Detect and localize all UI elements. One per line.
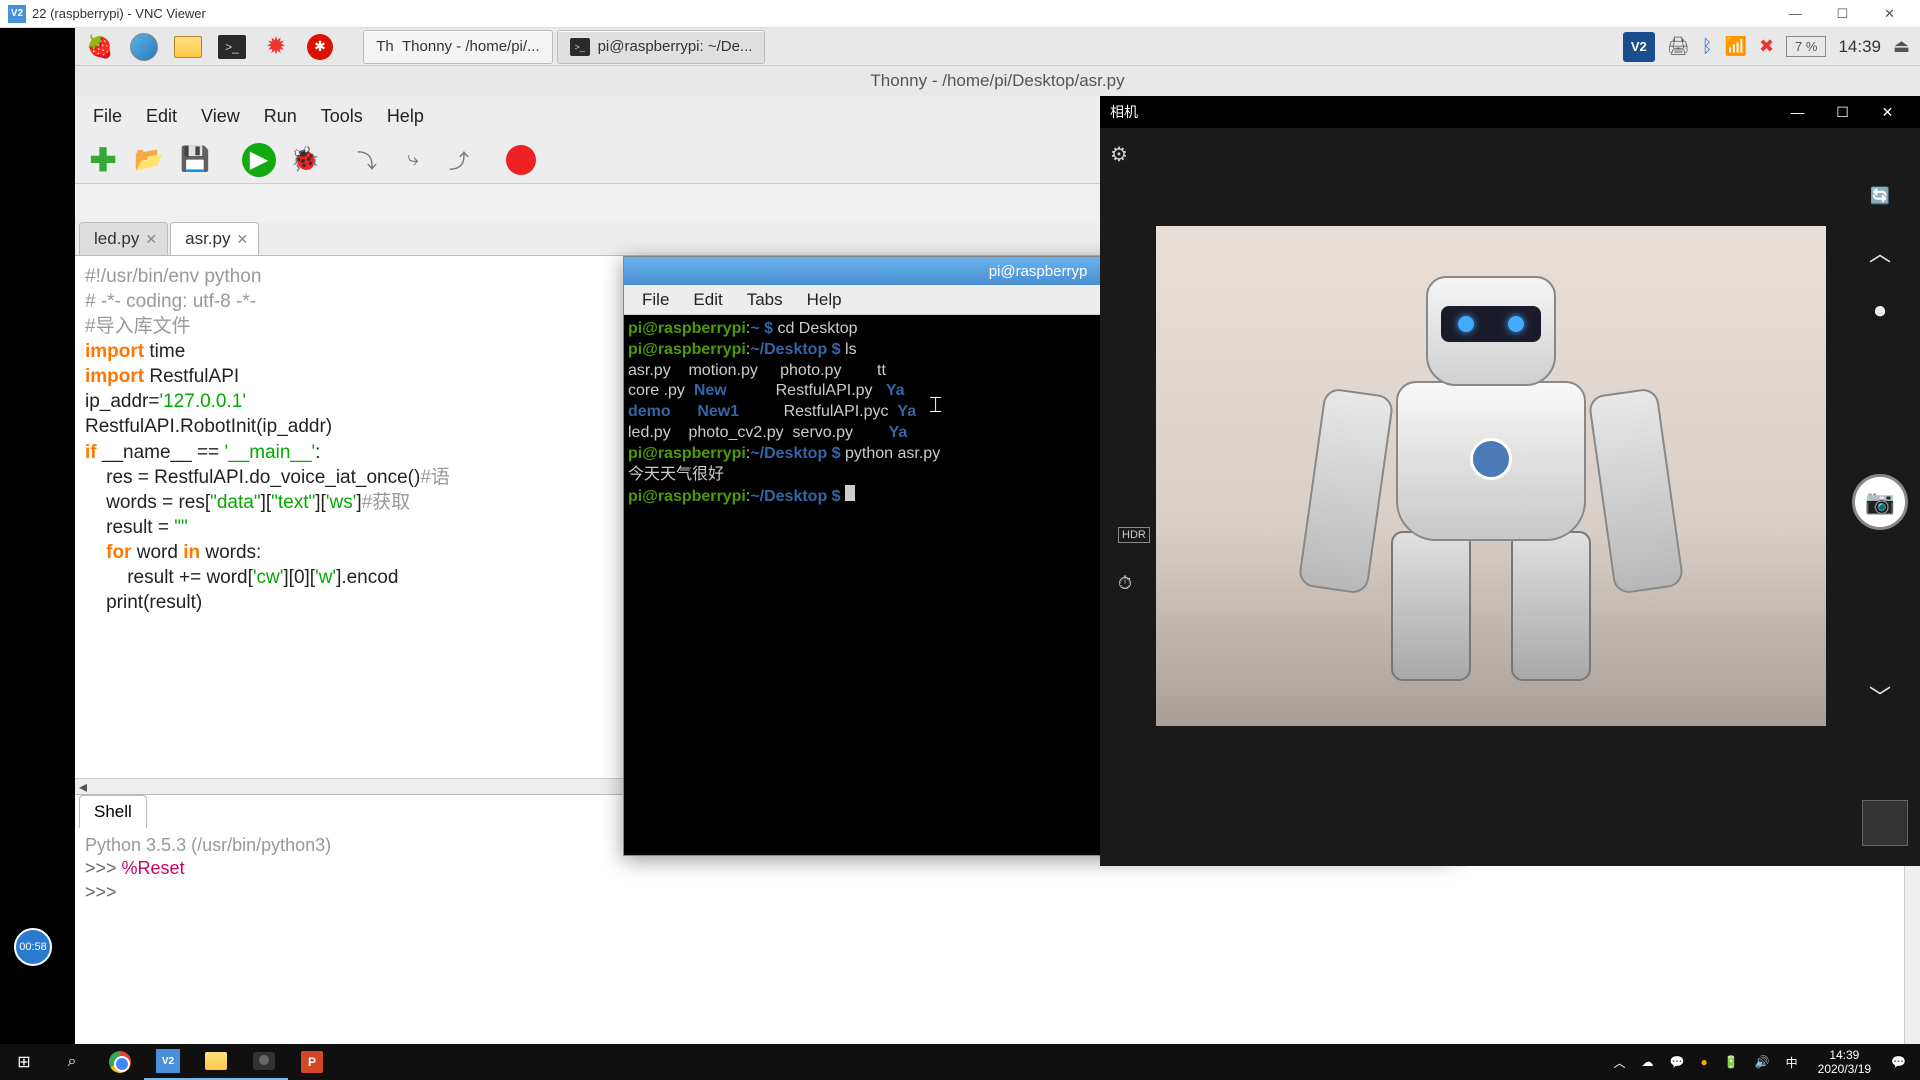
bluetooth-tray-icon[interactable]: ᛒ bbox=[1702, 36, 1713, 57]
debug-button[interactable]: 🐞 bbox=[285, 140, 325, 180]
onedrive-tray-icon[interactable]: ☁ bbox=[1638, 1055, 1658, 1069]
tray-expand-icon[interactable]: ︿ bbox=[1610, 1054, 1630, 1071]
eject-tray-icon[interactable]: ⏏ bbox=[1893, 36, 1910, 57]
vnc-viewer-window: V2 22 (raspberrypi) - VNC Viewer — ☐ ✕ 🍓… bbox=[0, 0, 1920, 1080]
menu-help[interactable]: Help bbox=[377, 102, 434, 131]
chrome-taskbar-icon[interactable] bbox=[96, 1044, 144, 1080]
term-menu-help[interactable]: Help bbox=[797, 288, 852, 312]
camera-left-toolbar: ⚙ bbox=[1110, 142, 1128, 167]
stop-button[interactable] bbox=[501, 140, 541, 180]
step-out-button[interactable]: ⤴ bbox=[439, 140, 479, 180]
step-into-button[interactable]: ⤷ bbox=[393, 140, 433, 180]
maximize-button[interactable]: ☐ bbox=[1820, 2, 1865, 26]
term-menu-edit[interactable]: Edit bbox=[683, 288, 732, 312]
new-file-button[interactable]: ✚ bbox=[83, 140, 123, 180]
camera-preview bbox=[1156, 226, 1826, 726]
rpi-taskbar: 🍓 >_ ✹ ✱ Th Thonny - /home/pi/... >_ pi@… bbox=[75, 28, 1920, 66]
vnc-window-title: 22 (raspberrypi) - VNC Viewer bbox=[32, 6, 1773, 21]
timer-icon[interactable]: ⏱ bbox=[1118, 573, 1132, 594]
taskbar-app-terminal[interactable]: >_ pi@raspberrypi: ~/De... bbox=[557, 30, 766, 64]
security-tray-icon[interactable]: ● bbox=[1696, 1055, 1711, 1069]
save-file-button[interactable]: 💾 bbox=[175, 140, 215, 180]
rpi-system-tray: V2 🖨 ᛒ 📶 ✖ 7 % 14:39 ⏏ bbox=[1623, 32, 1920, 62]
recording-time-badge: 00:58 bbox=[14, 928, 52, 966]
camera-close-button[interactable]: ✕ bbox=[1865, 104, 1910, 121]
close-button[interactable]: ✕ bbox=[1867, 2, 1912, 26]
term-menu-tabs[interactable]: Tabs bbox=[737, 288, 793, 312]
camera-right-controls: 🔄 ︿ ⏺ 📷 ﹀ bbox=[1852, 186, 1908, 712]
run-button[interactable]: ▶ bbox=[239, 140, 279, 180]
raspberry-menu-icon[interactable]: 🍓 bbox=[79, 30, 121, 64]
battery-tray-icon[interactable]: 🔋 bbox=[1720, 1055, 1743, 1069]
notifications-icon[interactable]: 💬 bbox=[1887, 1055, 1910, 1069]
vnc-remote-screen: 🍓 >_ ✹ ✱ Th Thonny - /home/pi/... >_ pi@… bbox=[0, 28, 1920, 1044]
terminal-launcher-icon[interactable]: >_ bbox=[211, 30, 253, 64]
vnc-server-tray-icon[interactable]: V2 bbox=[1623, 32, 1655, 62]
volume-tray-icon[interactable]: 🔊 bbox=[1751, 1055, 1774, 1069]
menu-run[interactable]: Run bbox=[254, 102, 307, 131]
shutter-button[interactable]: 📷 bbox=[1852, 474, 1908, 530]
camera-taskbar-icon[interactable] bbox=[240, 1044, 288, 1080]
open-file-button[interactable]: 📂 bbox=[129, 140, 169, 180]
windows-taskbar: ⊞ ⌕ V2 P ︿ ☁ 💬 ● 🔋 🔊 中 14:39 2020/3/19 💬 bbox=[0, 1044, 1920, 1080]
minimize-button[interactable]: — bbox=[1773, 2, 1818, 26]
camera-app-window: 相机 — ☐ ✕ ⚙ HDR ⏱ 🔄 bbox=[1100, 96, 1920, 866]
taskbar-app-label: Thonny - /home/pi/... bbox=[402, 38, 540, 55]
vnc-titlebar: V2 22 (raspberrypi) - VNC Viewer — ☐ ✕ bbox=[0, 0, 1920, 28]
powerpoint-taskbar-icon[interactable]: P bbox=[288, 1044, 336, 1080]
ime-tray-icon[interactable]: 中 bbox=[1782, 1054, 1802, 1071]
disconnect-tray-icon[interactable]: ✖ bbox=[1759, 36, 1774, 57]
mode-down-icon[interactable]: ﹀ bbox=[1869, 680, 1891, 712]
tab-label: asr.py bbox=[185, 229, 230, 249]
tab-close-icon[interactable]: ✕ bbox=[145, 231, 157, 248]
taskbar-app-label: pi@raspberrypi: ~/De... bbox=[598, 38, 753, 55]
camera-settings-icon[interactable]: ⚙ bbox=[1110, 142, 1128, 167]
printer-tray-icon[interactable]: 🖨 bbox=[1667, 36, 1690, 57]
wechat-tray-icon[interactable]: 💬 bbox=[1666, 1055, 1689, 1069]
clock-date: 2020/3/19 bbox=[1818, 1062, 1871, 1076]
file-manager-icon[interactable] bbox=[167, 30, 209, 64]
menu-tools[interactable]: Tools bbox=[311, 102, 373, 131]
switch-camera-icon[interactable]: 🔄 bbox=[1870, 186, 1890, 206]
search-button[interactable]: ⌕ bbox=[48, 1053, 96, 1071]
tab-label: led.py bbox=[94, 229, 139, 249]
vnc-taskbar-icon[interactable]: V2 bbox=[144, 1044, 192, 1080]
menu-file[interactable]: File bbox=[83, 102, 132, 131]
gallery-thumbnail[interactable] bbox=[1862, 800, 1908, 846]
windows-clock[interactable]: 14:39 2020/3/19 bbox=[1810, 1048, 1879, 1077]
menu-view[interactable]: View bbox=[191, 102, 250, 131]
explorer-taskbar-icon[interactable] bbox=[192, 1044, 240, 1080]
camera-title: 相机 bbox=[1110, 102, 1775, 122]
battery-indicator[interactable]: 7 % bbox=[1786, 36, 1826, 57]
mode-up-icon[interactable]: ︿ bbox=[1869, 236, 1891, 268]
rpi-clock[interactable]: 14:39 bbox=[1838, 37, 1881, 57]
camera-minimize-button[interactable]: — bbox=[1775, 104, 1820, 120]
taskbar-app-thonny[interactable]: Th Thonny - /home/pi/... bbox=[363, 30, 553, 64]
term-menu-file[interactable]: File bbox=[632, 288, 679, 312]
wifi-tray-icon[interactable]: 📶 bbox=[1725, 36, 1747, 57]
robot-in-preview bbox=[1281, 256, 1701, 696]
shell-tab[interactable]: Shell bbox=[79, 795, 147, 828]
video-mode-icon[interactable]: ⏺ bbox=[1874, 298, 1885, 324]
windows-system-tray: ︿ ☁ 💬 ● 🔋 🔊 中 14:39 2020/3/19 💬 bbox=[1610, 1048, 1920, 1077]
step-over-button[interactable]: ⤵ bbox=[347, 140, 387, 180]
thonny-window-title: Thonny - /home/pi/Desktop/asr.py bbox=[75, 66, 1920, 96]
tab-asr-py[interactable]: asr.py ✕ bbox=[170, 222, 259, 255]
camera-titlebar[interactable]: 相机 — ☐ ✕ bbox=[1100, 96, 1920, 128]
hdr-toggle[interactable]: HDR bbox=[1118, 527, 1150, 543]
tab-close-icon[interactable]: ✕ bbox=[236, 231, 248, 248]
start-button[interactable]: ⊞ bbox=[0, 1044, 48, 1080]
camera-maximize-button[interactable]: ☐ bbox=[1820, 104, 1865, 121]
menu-edit[interactable]: Edit bbox=[136, 102, 187, 131]
clock-time: 14:39 bbox=[1818, 1048, 1871, 1062]
browser-icon[interactable] bbox=[123, 30, 165, 64]
thonny-icon: Th bbox=[376, 38, 394, 56]
vnc-app-icon: V2 bbox=[8, 5, 26, 23]
tab-led-py[interactable]: led.py ✕ bbox=[79, 222, 168, 255]
wolfram-icon[interactable]: ✱ bbox=[299, 30, 341, 64]
terminal-icon: >_ bbox=[570, 38, 590, 56]
mathematica-icon[interactable]: ✹ bbox=[255, 30, 297, 64]
